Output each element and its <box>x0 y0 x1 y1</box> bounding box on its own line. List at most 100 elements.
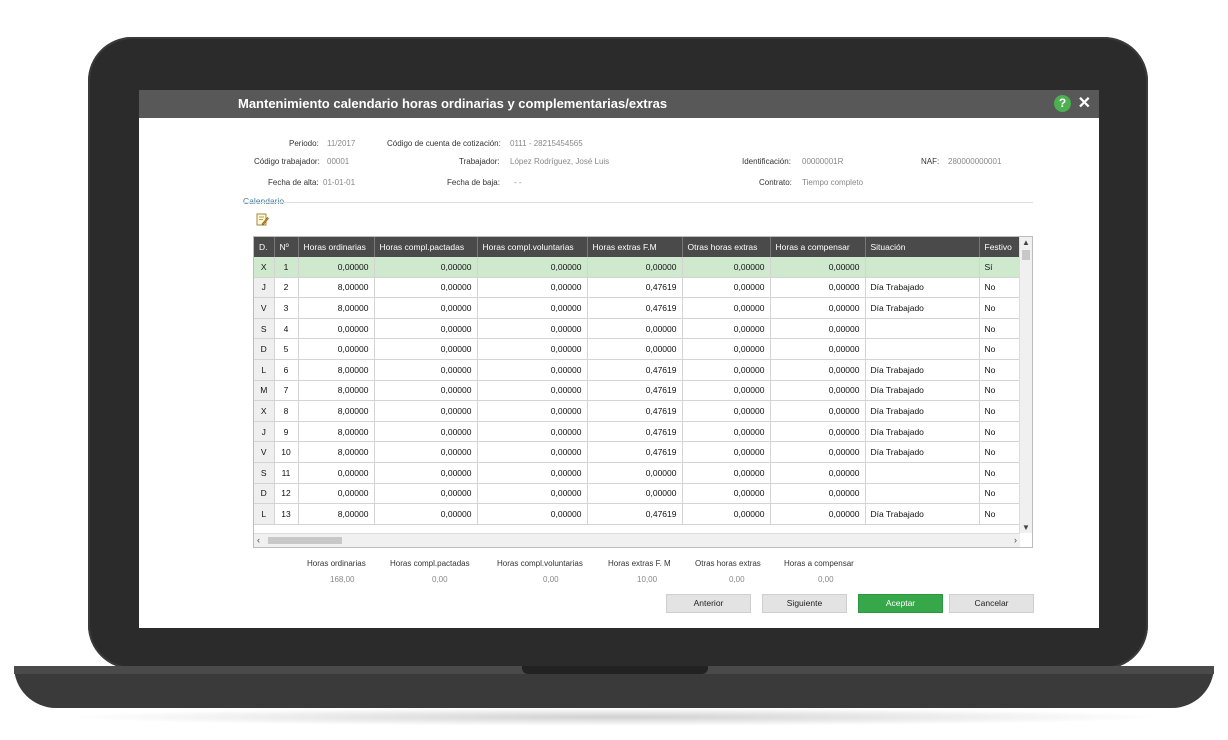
cell-festivo[interactable]: Sí <box>979 257 1021 278</box>
cell-dia[interactable]: X <box>254 400 275 422</box>
vertical-scrollbar[interactable]: ▲ ▼ <box>1019 237 1032 533</box>
cell-dia[interactable]: V <box>254 297 275 319</box>
cell-horas-a-compensar[interactable]: 0,00000 <box>770 462 866 484</box>
cell-horas-extras-fm[interactable]: 0,47619 <box>587 400 683 422</box>
cell-dia[interactable]: D <box>254 338 275 360</box>
cell-otras-horas-extras[interactable]: 0,00000 <box>682 257 771 278</box>
cell-horas-extras-fm[interactable]: 0,00000 <box>587 483 683 505</box>
cell-horas-compl-voluntarias[interactable]: 0,00000 <box>477 380 588 402</box>
cell-situacion[interactable] <box>865 462 980 484</box>
cell-horas-a-compensar[interactable]: 0,00000 <box>770 297 866 319</box>
cell-situacion[interactable]: Día Trabajado <box>865 400 980 422</box>
cell-horas-a-compensar[interactable]: 0,00000 <box>770 441 866 463</box>
cell-otras-horas-extras[interactable]: 0,00000 <box>682 338 771 360</box>
cell-otras-horas-extras[interactable]: 0,00000 <box>682 421 771 443</box>
cell-dia[interactable]: J <box>254 277 275 299</box>
cell-horas-compl-voluntarias[interactable]: 0,00000 <box>477 359 588 381</box>
cell-festivo[interactable]: No <box>979 421 1021 443</box>
cell-dia[interactable]: J <box>254 421 275 443</box>
table-row[interactable]: L 6 8,00000 0,00000 0,00000 0,47619 0,00000 0,0… <box>254 359 1021 381</box>
cell-horas-compl-pactadas[interactable]: 0,00000 <box>374 318 478 340</box>
calendar-grid[interactable]: D. Nº Horas ordinarias Horas compl.pacta… <box>253 236 1033 548</box>
cell-festivo[interactable]: No <box>979 380 1021 402</box>
cell-situacion[interactable]: Día Trabajado <box>865 441 980 463</box>
cell-otras-horas-extras[interactable]: 0,00000 <box>682 380 771 402</box>
table-row[interactable]: V 10 8,00000 0,00000 0,00000 0,47619 0,00000 0,… <box>254 441 1021 463</box>
cell-situacion[interactable]: Día Trabajado <box>865 503 980 525</box>
cell-festivo[interactable]: No <box>979 338 1021 360</box>
cell-numero[interactable]: 12 <box>274 483 299 505</box>
cell-horas-ordinarias[interactable]: 8,00000 <box>298 359 375 381</box>
cell-horas-a-compensar[interactable]: 0,00000 <box>770 483 866 505</box>
cell-horas-extras-fm[interactable]: 0,00000 <box>587 318 683 340</box>
scroll-down-icon[interactable]: ▼ <box>1022 523 1030 532</box>
col-header-horas-extras-fm[interactable]: Horas extras F.M <box>587 237 683 257</box>
scroll-left-icon[interactable]: ‹ <box>257 535 260 545</box>
cell-horas-extras-fm[interactable]: 0,47619 <box>587 441 683 463</box>
cell-festivo[interactable]: No <box>979 441 1021 463</box>
cell-horas-a-compensar[interactable]: 0,00000 <box>770 400 866 422</box>
cell-horas-compl-pactadas[interactable]: 0,00000 <box>374 421 478 443</box>
cell-horas-ordinarias[interactable]: 0,00000 <box>298 462 375 484</box>
cell-horas-compl-pactadas[interactable]: 0,00000 <box>374 380 478 402</box>
cell-horas-a-compensar[interactable]: 0,00000 <box>770 338 866 360</box>
cell-horas-compl-pactadas[interactable]: 0,00000 <box>374 338 478 360</box>
table-row[interactable]: X 8 8,00000 0,00000 0,00000 0,47619 0,00000 0,0… <box>254 400 1021 422</box>
cell-otras-horas-extras[interactable]: 0,00000 <box>682 318 771 340</box>
cell-dia[interactable]: M <box>254 380 275 402</box>
cell-situacion[interactable] <box>865 338 980 360</box>
col-header-otras-horas-extras[interactable]: Otras horas extras <box>682 237 771 257</box>
cell-horas-a-compensar[interactable]: 0,00000 <box>770 318 866 340</box>
cell-situacion[interactable] <box>865 257 980 278</box>
close-icon[interactable]: ✕ <box>1078 93 1091 113</box>
cell-festivo[interactable]: No <box>979 277 1021 299</box>
cell-festivo[interactable]: No <box>979 318 1021 340</box>
cell-horas-compl-voluntarias[interactable]: 0,00000 <box>477 483 588 505</box>
cell-horas-ordinarias[interactable]: 8,00000 <box>298 441 375 463</box>
cell-horas-compl-pactadas[interactable]: 0,00000 <box>374 400 478 422</box>
cell-horas-compl-pactadas[interactable]: 0,00000 <box>374 297 478 319</box>
cell-horas-compl-voluntarias[interactable]: 0,00000 <box>477 421 588 443</box>
edit-icon[interactable] <box>256 213 269 226</box>
aceptar-button[interactable]: Aceptar <box>858 594 943 613</box>
cell-horas-ordinarias[interactable]: 8,00000 <box>298 380 375 402</box>
col-header-horas-ordinarias[interactable]: Horas ordinarias <box>298 237 375 257</box>
cell-otras-horas-extras[interactable]: 0,00000 <box>682 277 771 299</box>
cell-horas-a-compensar[interactable]: 0,00000 <box>770 503 866 525</box>
cell-numero[interactable]: 2 <box>274 277 299 299</box>
cell-festivo[interactable]: No <box>979 297 1021 319</box>
col-header-situacion[interactable]: Situación <box>865 237 980 257</box>
cell-dia[interactable]: L <box>254 359 275 381</box>
cell-dia[interactable]: V <box>254 441 275 463</box>
table-row[interactable]: D 5 0,00000 0,00000 0,00000 0,00000 0,00000 0,0… <box>254 338 1021 360</box>
col-header-dia[interactable]: D. <box>254 237 275 257</box>
cell-horas-ordinarias[interactable]: 0,00000 <box>298 318 375 340</box>
cell-festivo[interactable]: No <box>979 359 1021 381</box>
cell-festivo[interactable]: No <box>979 503 1021 525</box>
cell-horas-extras-fm[interactable]: 0,47619 <box>587 421 683 443</box>
cell-horas-ordinarias[interactable]: 8,00000 <box>298 400 375 422</box>
cell-festivo[interactable]: No <box>979 400 1021 422</box>
table-row[interactable]: V 3 8,00000 0,00000 0,00000 0,47619 0,00000 0,0… <box>254 297 1021 319</box>
cell-horas-extras-fm[interactable]: 0,00000 <box>587 338 683 360</box>
cell-situacion[interactable]: Día Trabajado <box>865 359 980 381</box>
cell-dia[interactable]: X <box>254 257 275 278</box>
cell-numero[interactable]: 11 <box>274 462 299 484</box>
table-row[interactable]: D 12 0,00000 0,00000 0,00000 0,00000 0,00000 0,… <box>254 483 1021 505</box>
cell-horas-ordinarias[interactable]: 8,00000 <box>298 277 375 299</box>
cell-situacion[interactable] <box>865 483 980 505</box>
cell-horas-a-compensar[interactable]: 0,00000 <box>770 380 866 402</box>
col-header-horas-a-compensar[interactable]: Horas a compensar <box>770 237 866 257</box>
horizontal-scrollbar[interactable]: ‹ › <box>254 533 1020 547</box>
cell-otras-horas-extras[interactable]: 0,00000 <box>682 359 771 381</box>
cell-horas-compl-pactadas[interactable]: 0,00000 <box>374 483 478 505</box>
cell-numero[interactable]: 5 <box>274 338 299 360</box>
cell-horas-compl-pactadas[interactable]: 0,00000 <box>374 277 478 299</box>
table-row[interactable]: J 2 8,00000 0,00000 0,00000 0,47619 0,00000 0,0… <box>254 277 1021 299</box>
cell-horas-compl-pactadas[interactable]: 0,00000 <box>374 441 478 463</box>
cell-horas-compl-voluntarias[interactable]: 0,00000 <box>477 257 588 278</box>
cell-numero[interactable]: 3 <box>274 297 299 319</box>
col-header-festivo[interactable]: Festivo <box>979 237 1021 257</box>
cell-horas-compl-voluntarias[interactable]: 0,00000 <box>477 503 588 525</box>
cell-horas-compl-pactadas[interactable]: 0,00000 <box>374 503 478 525</box>
